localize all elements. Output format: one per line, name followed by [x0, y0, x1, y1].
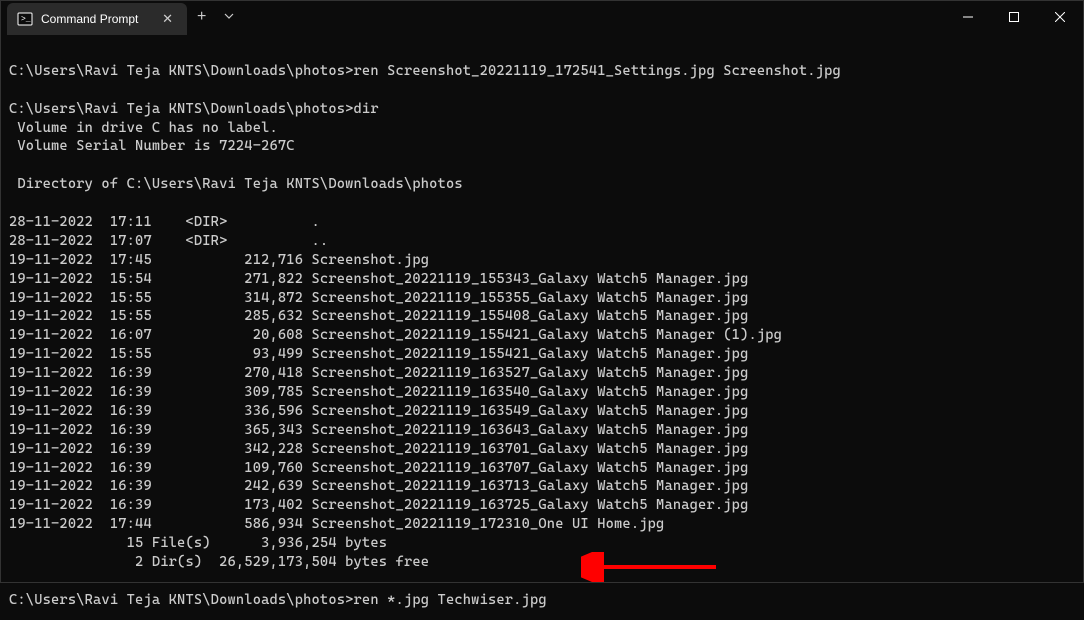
tab-close-button[interactable]: ✕: [158, 11, 177, 27]
minimize-button[interactable]: [945, 1, 991, 33]
titlebar: >_ Command Prompt ✕ +: [1, 1, 1083, 33]
tab-dropdown-button[interactable]: [216, 11, 242, 24]
tab-command-prompt[interactable]: >_ Command Prompt ✕: [7, 3, 187, 35]
terminal-output[interactable]: C:\Users\Ravi Teja KNTS\Downloads\photos…: [1, 33, 1083, 620]
tab-title: Command Prompt: [41, 12, 150, 26]
new-tab-button[interactable]: +: [187, 8, 216, 26]
close-button[interactable]: [1037, 1, 1083, 33]
window-controls: [945, 1, 1083, 33]
svg-text:>_: >_: [21, 15, 31, 24]
maximize-button[interactable]: [991, 1, 1037, 33]
cmd-icon: >_: [17, 11, 33, 27]
titlebar-left: >_ Command Prompt ✕ +: [1, 1, 242, 33]
